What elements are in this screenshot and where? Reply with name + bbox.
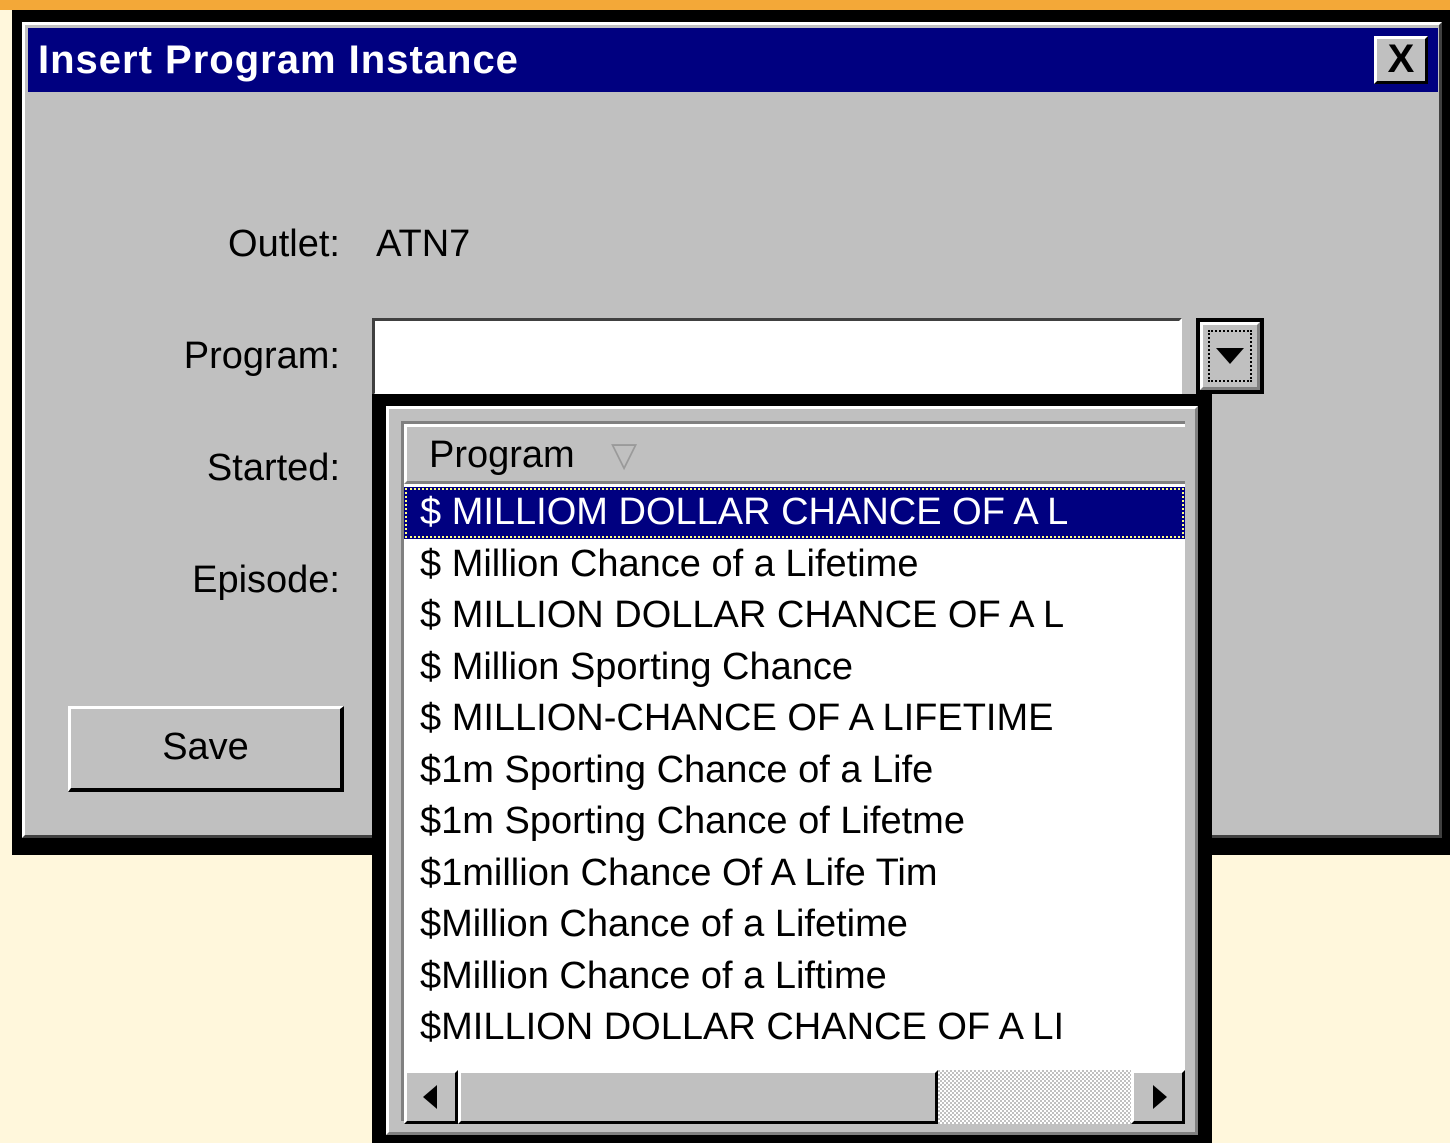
program-dropdown-button[interactable] bbox=[1196, 318, 1264, 394]
list-item[interactable]: $1m Sporting Chance of a Life bbox=[404, 745, 1185, 797]
program-dropdown-list: Program ▽ $ MILLIOM DOLLAR CHANCE OF A L… bbox=[372, 394, 1212, 1143]
top-accent-strip bbox=[0, 0, 1450, 10]
list-item[interactable]: $ MILLIOM DOLLAR CHANCE OF A L bbox=[404, 487, 1185, 539]
scroll-left-icon bbox=[423, 1085, 437, 1109]
list-item[interactable]: $ MILLION DOLLAR CHANCE OF A L bbox=[404, 590, 1185, 642]
dropdown-button-face bbox=[1200, 322, 1260, 390]
scroll-right-icon bbox=[1153, 1085, 1167, 1109]
horizontal-scrollbar[interactable] bbox=[404, 1070, 1185, 1124]
window-title: Insert Program Instance bbox=[38, 38, 519, 82]
list-item[interactable]: $1m Sporting Chance of Lifetme bbox=[404, 796, 1185, 848]
dropdown-frame: Program ▽ $ MILLIOM DOLLAR CHANCE OF A L… bbox=[386, 406, 1198, 1135]
list-item[interactable]: $ Million Chance of a Lifetime bbox=[404, 539, 1185, 591]
list-item[interactable]: $ Million Sporting Chance bbox=[404, 642, 1185, 694]
program-rows: $ MILLIOM DOLLAR CHANCE OF A L $ Million … bbox=[404, 487, 1185, 1054]
program-grid[interactable]: Program ▽ $ MILLIOM DOLLAR CHANCE OF A L… bbox=[401, 421, 1185, 1124]
title-bar[interactable]: Insert Program Instance X bbox=[28, 28, 1438, 92]
column-header-label: Program bbox=[429, 434, 575, 476]
program-input[interactable] bbox=[372, 318, 1182, 396]
list-item[interactable]: $Million Chance of a Lifetime bbox=[404, 899, 1185, 951]
scrollbar-thumb[interactable] bbox=[458, 1070, 938, 1124]
outlet-label: Outlet: bbox=[228, 223, 340, 265]
close-icon[interactable]: X bbox=[1374, 36, 1428, 84]
sort-descending-icon: ▽ bbox=[611, 436, 638, 474]
save-button[interactable]: Save bbox=[68, 706, 344, 792]
list-item[interactable]: $ MILLION-CHANCE OF A LIFETIME bbox=[404, 693, 1185, 745]
chevron-down-icon bbox=[1216, 348, 1244, 364]
column-header-program[interactable]: Program ▽ bbox=[404, 424, 1185, 484]
list-item[interactable]: $1million Chance Of A Life Tim bbox=[404, 848, 1185, 900]
episode-label: Episode: bbox=[192, 559, 340, 601]
program-label: Program: bbox=[183, 335, 340, 377]
scroll-right-button[interactable] bbox=[1131, 1070, 1185, 1124]
started-label: Started: bbox=[206, 447, 340, 489]
list-item[interactable]: $Million Chance of a Liftime bbox=[404, 951, 1185, 1003]
outlet-value: ATN7 bbox=[376, 223, 471, 265]
scroll-left-button[interactable] bbox=[404, 1070, 458, 1124]
list-item[interactable]: $MILLION DOLLAR CHANCE OF A LI bbox=[404, 1002, 1185, 1054]
